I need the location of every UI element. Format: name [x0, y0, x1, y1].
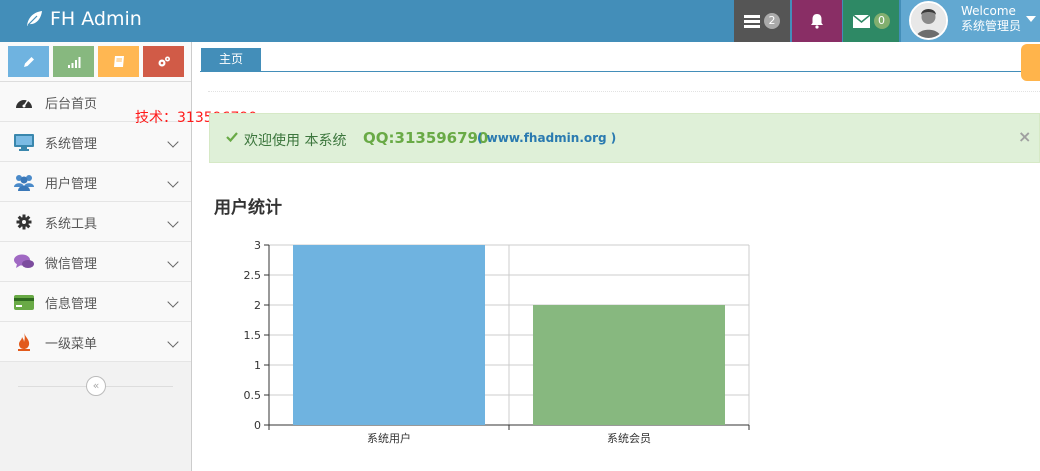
- sidebar-item-label: 信息管理: [45, 297, 98, 312]
- sidebar-item-label: 用户管理: [45, 177, 98, 192]
- chevron-down-icon: [167, 216, 179, 228]
- pencil-icon: [23, 56, 34, 67]
- brand[interactable]: FH Admin: [24, 8, 142, 30]
- chevron-down-icon: [167, 176, 179, 188]
- book-icon: [113, 55, 124, 67]
- desktop-icon: [14, 133, 34, 151]
- envelope-icon: [852, 14, 870, 28]
- sidebar-item-menu1[interactable]: 一级菜单: [0, 322, 191, 362]
- credit-card-icon: [14, 293, 34, 311]
- alert-message: 欢迎使用 本系统: [244, 133, 347, 149]
- dashboard-icon: [14, 93, 34, 111]
- tasks-badge: 2: [764, 13, 780, 29]
- chevron-down-icon: [167, 256, 179, 268]
- y-tick-label: 1: [254, 359, 261, 372]
- divider: [208, 91, 1040, 92]
- sidebar-item-label: 后台首页: [45, 97, 98, 112]
- shortcut-signal-button[interactable]: [53, 46, 94, 77]
- chevron-down-icon: [167, 296, 179, 308]
- sidebar-item-label: 一级菜单: [45, 337, 98, 352]
- messages-button[interactable]: 0: [843, 0, 899, 42]
- sidebar-item-label: 系统工具: [45, 217, 98, 232]
- alert-site-link[interactable]: ( www.fhadmin.org ): [477, 131, 616, 145]
- messages-badge: 0: [873, 13, 890, 29]
- user-menu[interactable]: Welcome 系统管理员: [901, 0, 1040, 42]
- tasks-button[interactable]: 2: [734, 0, 790, 42]
- sidebar-item-tools[interactable]: 系统工具: [0, 202, 191, 242]
- notifications-button[interactable]: [792, 0, 842, 42]
- double-left-arrow-icon[interactable]: «: [86, 376, 106, 396]
- tasks-icon: [744, 15, 760, 28]
- x-tick-label: 系统会员: [607, 432, 651, 445]
- chevron-down-icon: [167, 136, 179, 148]
- sidebar-item-info[interactable]: 信息管理: [0, 282, 191, 322]
- bar: [533, 305, 725, 425]
- close-icon[interactable]: ×: [1018, 127, 1031, 146]
- shortcut-cogs-button[interactable]: [143, 46, 184, 77]
- tab-bar: 主页: [200, 48, 1040, 72]
- sidebar-collapse: «: [0, 376, 191, 396]
- welcome-text: Welcome: [961, 4, 1016, 18]
- y-tick-label: 1.5: [244, 329, 262, 342]
- user-stats-chart: 0 0.5 1 1.5 2 2.5 3 系统用户 系统会员: [244, 239, 750, 445]
- users-icon: [14, 173, 34, 191]
- sidebar-item-label: 微信管理: [45, 257, 98, 272]
- bar: [293, 245, 485, 425]
- y-tick-label: 2.5: [244, 269, 262, 282]
- sidebar-item-label: 系统管理: [45, 137, 98, 152]
- tab-home[interactable]: 主页: [201, 48, 261, 71]
- settings-toggle-button[interactable]: [1021, 44, 1040, 81]
- check-icon: [226, 132, 238, 143]
- alert-qq: QQ:313596790: [363, 129, 489, 147]
- caret-down-icon: [1026, 16, 1036, 22]
- username-text: 系统管理员: [961, 19, 1022, 33]
- shortcut-book-button[interactable]: [98, 46, 139, 77]
- y-tick-label: 0: [254, 419, 261, 432]
- section-title: 用户统计: [214, 198, 282, 218]
- user-info: Welcome 系统管理员: [961, 4, 1021, 34]
- y-tick-label: 2: [254, 299, 261, 312]
- fire-icon: [14, 333, 34, 351]
- sidebar-item-users[interactable]: 用户管理: [0, 162, 191, 202]
- welcome-alert: 欢迎使用 本系统 QQ:313596790 ( www.fhadmin.org …: [209, 113, 1040, 163]
- cog-icon: [14, 213, 34, 231]
- brand-title: FH Admin: [50, 8, 142, 30]
- sidebar-item-wechat[interactable]: 微信管理: [0, 242, 191, 282]
- sidebar-shortcuts: [0, 42, 191, 82]
- chevron-down-icon: [167, 336, 179, 348]
- avatar: [909, 1, 948, 40]
- sidebar-item-system[interactable]: 系统管理: [0, 122, 191, 162]
- x-tick-label: 系统用户: [367, 431, 411, 445]
- shortcut-pencil-button[interactable]: [8, 46, 49, 77]
- y-tick-label: 3: [254, 239, 261, 252]
- comments-icon: [14, 253, 34, 271]
- navbar: FH Admin 2 0 Welcome 系统管理员: [0, 0, 1040, 42]
- y-tick-label: 0.5: [244, 389, 262, 402]
- cogs-icon: [158, 56, 170, 66]
- bell-icon: [811, 14, 823, 29]
- signal-icon: [67, 56, 80, 68]
- leaf-icon: [27, 11, 42, 26]
